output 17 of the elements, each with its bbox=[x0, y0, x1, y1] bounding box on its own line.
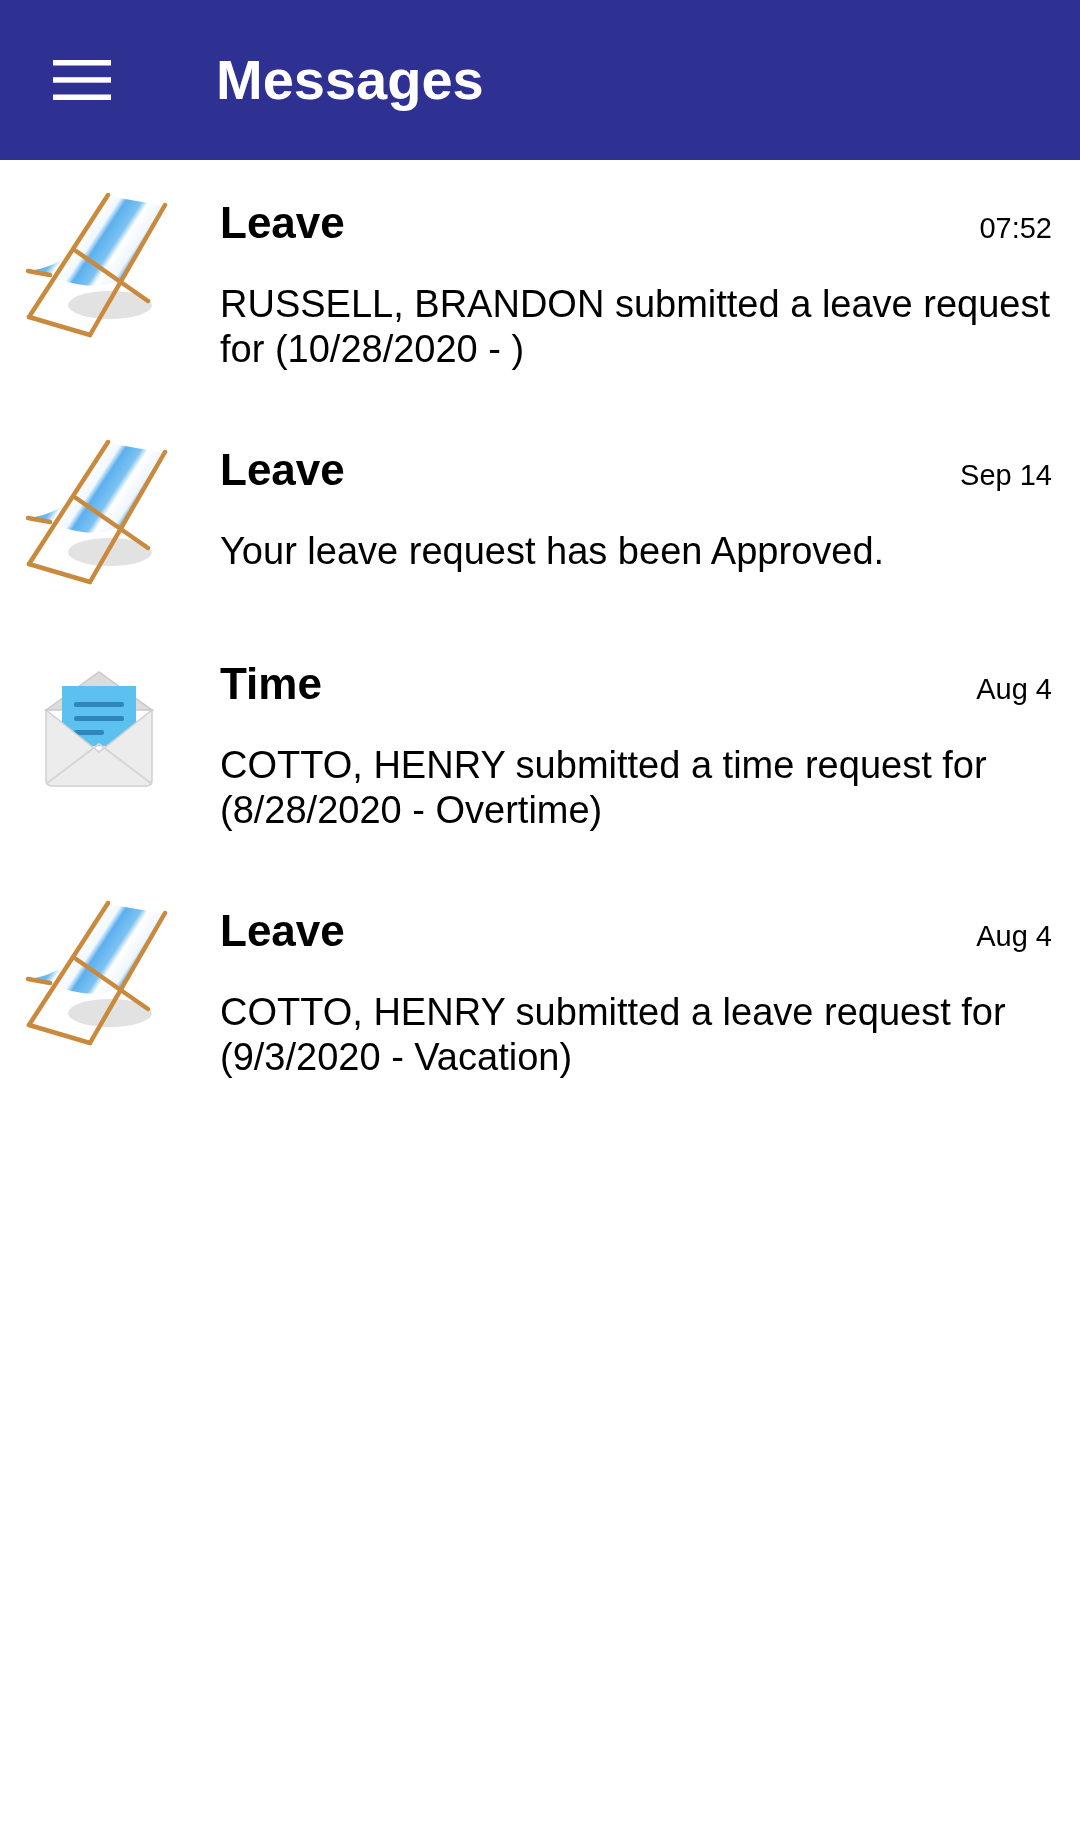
message-time: Aug 4 bbox=[976, 672, 1052, 707]
deck-chair-icon bbox=[24, 899, 168, 1047]
app-bar-title: Messages bbox=[216, 48, 484, 112]
message-title: Leave bbox=[220, 444, 345, 496]
message-title: Leave bbox=[220, 905, 345, 957]
message-text: RUSSELL, BRANDON submitted a leave request for (10/28/2020 - ) bbox=[220, 282, 1052, 372]
deck-chair-icon bbox=[24, 191, 168, 339]
deck-chair-icon bbox=[24, 438, 168, 586]
message-text: COTTO, HENRY submitted a leave request for (9/3/2020 - Vacation) bbox=[220, 990, 1007, 1080]
message-title: Leave bbox=[220, 197, 345, 249]
message-time: Sep 14 bbox=[960, 458, 1052, 493]
message-text: COTTO, HENRY submitted a time request for (8/28/2020 - Overtime) bbox=[220, 743, 988, 833]
message-text: Your leave request has been Approved. bbox=[220, 529, 886, 574]
message-title: Time bbox=[220, 658, 322, 710]
menu-icon[interactable] bbox=[53, 60, 111, 100]
message-time: 07:52 bbox=[979, 211, 1052, 246]
message-time: Aug 4 bbox=[976, 919, 1052, 954]
